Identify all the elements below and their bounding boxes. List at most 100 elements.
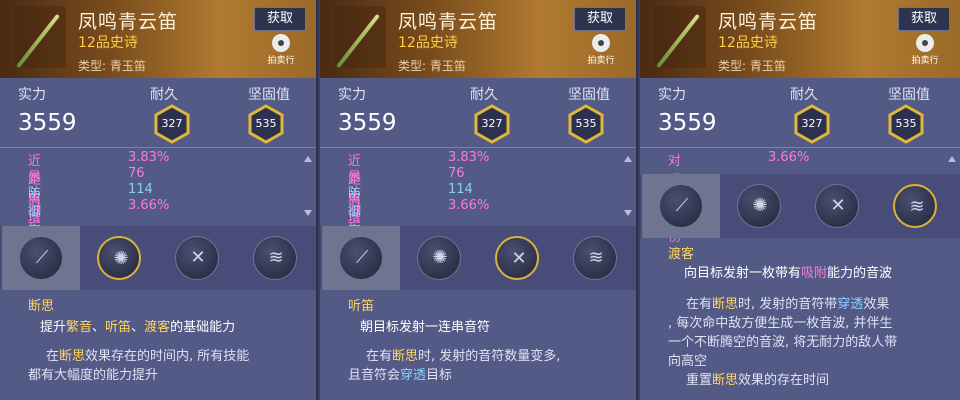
sound-wave-icon: ≋ [573, 236, 617, 280]
attribute-value: 3.83% [128, 150, 170, 165]
item-name: 凤鸣青云笛 [398, 11, 499, 33]
get-button[interactable]: 获取 [898, 7, 950, 31]
item-name: 凤鸣青云笛 [718, 11, 819, 33]
skill-bar: ⟋ ✺ ✕ ≋ [0, 226, 316, 290]
item-header: 凤鸣青云笛 12品史诗 类型: 青玉笛 获取 拍卖行 [0, 0, 316, 78]
durability-badge: 327 [152, 104, 192, 144]
flute-blade-icon: ⟋ [339, 236, 383, 280]
attribute-value: 3.66% [128, 198, 170, 213]
get-button[interactable]: 获取 [254, 7, 306, 31]
skill-title: 听笛 [348, 299, 375, 314]
flute-cross-icon: ✕ [815, 184, 859, 228]
skill-slot-4[interactable]: ≋ [556, 226, 634, 290]
skill-title: 渡客 [668, 247, 695, 262]
power-label: 实力 [338, 87, 366, 103]
attribute-value: 76 [448, 166, 465, 181]
get-button[interactable]: 获取 [574, 7, 626, 31]
firmness-value: 535 [895, 117, 917, 130]
skill-slot-2[interactable]: ✺ [80, 226, 158, 290]
auction-label: 拍卖行 [587, 56, 615, 66]
skill-slot-4[interactable]: ≋ [236, 226, 314, 290]
skill-slot-2[interactable]: ✺ [720, 174, 798, 238]
sound-wave-icon: ≋ [893, 184, 937, 228]
skill-title: 断思 [28, 299, 55, 314]
auction-label: 拍卖行 [911, 56, 939, 66]
tornado-icon: ✺ [97, 236, 141, 280]
skill-slot-1[interactable]: ⟋ [642, 174, 720, 238]
skill-slot-4[interactable]: ≋ [876, 174, 954, 238]
power-label: 实力 [18, 87, 46, 103]
attribute-value: 3.66% [768, 150, 810, 165]
firmness-badge: 535 [246, 104, 286, 144]
item-grade: 12品史诗 [398, 35, 458, 51]
firmness-value: 535 [255, 117, 277, 130]
attribute-value: 114 [128, 182, 153, 197]
divider [320, 147, 636, 148]
scroll-down-icon[interactable] [304, 210, 312, 216]
skill-slot-1[interactable]: ⟋ [322, 226, 400, 290]
item-grade: 12品史诗 [718, 35, 778, 51]
attribute-value: 76 [128, 166, 145, 181]
item-name: 凤鸣青云笛 [78, 11, 179, 33]
scroll-up-icon[interactable] [304, 156, 312, 162]
attribute-value: 3.83% [448, 150, 490, 165]
auction-house-button[interactable]: 拍卖行 [586, 34, 616, 66]
power-value: 3559 [338, 110, 397, 136]
flute-item-icon [334, 6, 386, 69]
auction-house-button[interactable]: 拍卖行 [910, 34, 940, 66]
skill-summary: 提升繁音、听笛、渡客的基础能力 [40, 320, 236, 335]
skill-slot-1[interactable]: ⟋ [2, 226, 80, 290]
skill-slot-3[interactable]: ✕ [478, 226, 556, 290]
skill-bar: ⟋ ✺ ✕ ≋ [320, 226, 636, 290]
durability-label: 耐久 [470, 87, 498, 103]
divider [640, 147, 960, 148]
firmness-label: 坚固值 [248, 87, 290, 103]
item-type: 类型: 青玉笛 [718, 59, 786, 73]
attribute-value: 3.66% [448, 198, 490, 213]
skill-slot-3[interactable]: ✕ [158, 226, 236, 290]
scroll-down-icon[interactable] [624, 210, 632, 216]
flute-cross-icon: ✕ [175, 236, 219, 280]
item-grade: 12品史诗 [78, 35, 138, 51]
item-panel-1: 凤鸣青云笛 12品史诗 类型: 青玉笛 获取 拍卖行 实力 耐久 坚固值 355… [0, 0, 318, 400]
skill-slot-2[interactable]: ✺ [400, 226, 478, 290]
skill-summary: 向目标发射一枚带有吸附能力的音波 [684, 266, 893, 281]
skill-description: 在有断思时, 发射的音符数量变多, 且音符会穿透目标 [348, 349, 561, 383]
auction-icon [272, 34, 290, 52]
flute-cross-icon: ✕ [495, 236, 539, 280]
flute-item-icon [14, 6, 66, 69]
item-panel-3: 凤鸣青云笛 12品史诗 类型: 青玉笛 获取 拍卖行 实力 耐久 坚固值 355… [640, 0, 960, 400]
auction-icon [592, 34, 610, 52]
item-type: 类型: 青玉笛 [78, 59, 146, 73]
firmness-badge: 535 [886, 104, 926, 144]
flute-blade-icon: ⟋ [659, 184, 703, 228]
auction-house-button[interactable]: 拍卖行 [266, 34, 296, 66]
skill-summary: 朝目标发射一连串音符 [360, 320, 491, 335]
power-label: 实力 [658, 87, 686, 103]
firmness-label: 坚固值 [568, 87, 610, 103]
skill-description: 在断思效果存在的时间内, 所有技能 都有大幅度的能力提升 [28, 349, 250, 383]
tornado-icon: ✺ [417, 236, 461, 280]
firmness-badge: 535 [566, 104, 606, 144]
scroll-up-icon[interactable] [624, 156, 632, 162]
item-header: 凤鸣青云笛 12品史诗 类型: 青玉笛 获取 拍卖行 [320, 0, 636, 78]
flute-blade-icon: ⟋ [19, 236, 63, 280]
item-panel-2: 凤鸣青云笛 12品史诗 类型: 青玉笛 获取 拍卖行 实力 耐久 坚固值 355… [320, 0, 638, 400]
auction-icon [916, 34, 934, 52]
power-value: 3559 [658, 110, 717, 136]
auction-label: 拍卖行 [267, 56, 295, 66]
firmness-value: 535 [575, 117, 597, 130]
skill-description: 在有断思时, 发射的音符带穿透效果, 每次命中敌方便生成一枚音波, 并伴生 一个不… [668, 297, 898, 388]
durability-value: 327 [801, 117, 823, 130]
item-type: 类型: 青玉笛 [398, 59, 466, 73]
item-header: 凤鸣青云笛 12品史诗 类型: 青玉笛 获取 拍卖行 [640, 0, 960, 78]
tornado-icon: ✺ [737, 184, 781, 228]
firmness-label: 坚固值 [888, 87, 930, 103]
scroll-up-icon[interactable] [948, 156, 956, 162]
sound-wave-icon: ≋ [253, 236, 297, 280]
durability-badge: 327 [792, 104, 832, 144]
durability-label: 耐久 [150, 87, 178, 103]
durability-label: 耐久 [790, 87, 818, 103]
skill-slot-3[interactable]: ✕ [798, 174, 876, 238]
durability-value: 327 [481, 117, 503, 130]
